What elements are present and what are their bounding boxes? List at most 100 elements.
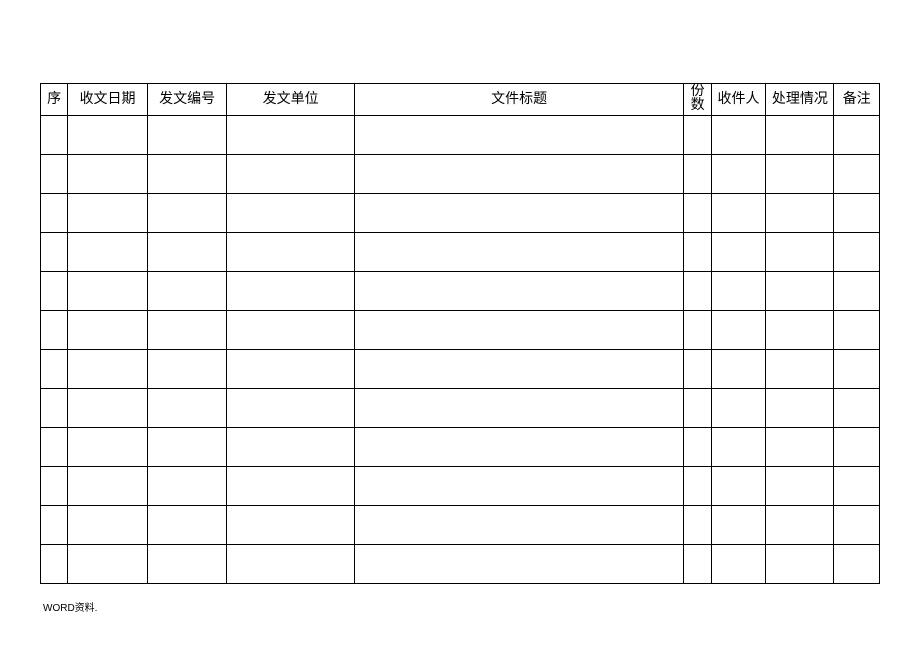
cell-seq [41,467,68,506]
cell-status [766,389,834,428]
table-row [41,428,880,467]
cell-date [68,272,148,311]
cell-status [766,545,834,584]
cell-remark [834,428,880,467]
cell-date [68,194,148,233]
table-row [41,233,880,272]
cell-recipient [711,428,766,467]
page-container: 序 收文日期 发文编号 发文单位 文件标题 份数 收件人 处理情况 备注 [0,0,920,584]
cell-title [354,545,684,584]
cell-copies [684,116,711,155]
cell-seq [41,428,68,467]
header-docno: 发文编号 [147,84,227,116]
cell-status [766,467,834,506]
cell-recipient [711,467,766,506]
cell-docno [147,155,227,194]
cell-unit [227,272,354,311]
cell-remark [834,467,880,506]
cell-docno [147,233,227,272]
cell-unit [227,233,354,272]
cell-status [766,350,834,389]
cell-title [354,506,684,545]
cell-copies [684,389,711,428]
cell-seq [41,311,68,350]
cell-copies [684,506,711,545]
cell-docno [147,506,227,545]
table-row [41,311,880,350]
cell-seq [41,350,68,389]
cell-status [766,506,834,545]
cell-unit [227,116,354,155]
cell-date [68,311,148,350]
cell-status [766,233,834,272]
cell-seq [41,506,68,545]
cell-unit [227,311,354,350]
cell-docno [147,194,227,233]
cell-remark [834,155,880,194]
cell-title [354,350,684,389]
cell-recipient [711,155,766,194]
cell-recipient [711,506,766,545]
header-title: 文件标题 [354,84,684,116]
cell-title [354,311,684,350]
table-row [41,194,880,233]
cell-recipient [711,545,766,584]
cell-remark [834,389,880,428]
cell-docno [147,467,227,506]
cell-seq [41,233,68,272]
cell-status [766,428,834,467]
cell-remark [834,545,880,584]
cell-status [766,194,834,233]
cell-docno [147,116,227,155]
cell-copies [684,272,711,311]
cell-copies [684,428,711,467]
table-row [41,155,880,194]
header-recipient: 收件人 [711,84,766,116]
cell-title [354,116,684,155]
cell-recipient [711,389,766,428]
cell-seq [41,545,68,584]
cell-seq [41,272,68,311]
table-row [41,389,880,428]
cell-date [68,506,148,545]
table-row [41,506,880,545]
cell-unit [227,506,354,545]
header-status: 处理情况 [766,84,834,116]
cell-title [354,389,684,428]
cell-seq [41,389,68,428]
cell-copies [684,233,711,272]
cell-copies [684,467,711,506]
table-row [41,545,880,584]
cell-copies [684,155,711,194]
cell-docno [147,428,227,467]
header-seq: 序 [41,84,68,116]
cell-copies [684,545,711,584]
cell-unit [227,428,354,467]
cell-copies [684,350,711,389]
cell-remark [834,506,880,545]
cell-date [68,389,148,428]
cell-unit [227,350,354,389]
cell-status [766,155,834,194]
cell-unit [227,155,354,194]
cell-recipient [711,311,766,350]
cell-title [354,155,684,194]
cell-copies [684,194,711,233]
cell-date [68,116,148,155]
cell-seq [41,155,68,194]
header-date: 收文日期 [68,84,148,116]
document-log-table: 序 收文日期 发文编号 发文单位 文件标题 份数 收件人 处理情况 备注 [40,83,880,584]
cell-seq [41,194,68,233]
cell-remark [834,311,880,350]
cell-status [766,272,834,311]
cell-recipient [711,194,766,233]
cell-recipient [711,272,766,311]
cell-title [354,272,684,311]
cell-remark [834,116,880,155]
cell-title [354,233,684,272]
cell-status [766,116,834,155]
cell-unit [227,545,354,584]
cell-remark [834,194,880,233]
cell-date [68,545,148,584]
cell-seq [41,116,68,155]
